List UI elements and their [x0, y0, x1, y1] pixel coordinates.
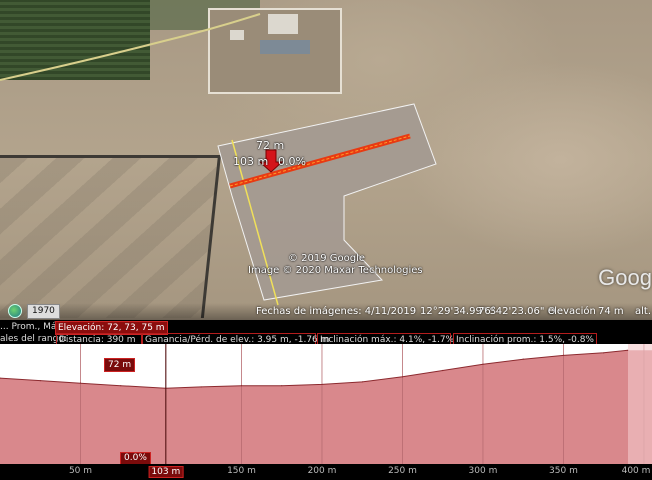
elevation-point: [79, 382, 82, 384]
elevation-point: [39, 380, 41, 382]
elevation-point: [603, 352, 605, 354]
google-logo: Goog: [598, 265, 652, 290]
x-tick-label: 150 m: [227, 466, 256, 476]
profile-x-axis: 50 m 103 m 150 m 200 m 250 m 300 m 350 m 400 m: [0, 464, 652, 480]
stats-row-elevation: ... Prom., Máx. Elevación: 72, 73, 75 m: [0, 321, 652, 335]
elevation-point: [321, 383, 323, 386]
elevation-point: [482, 363, 484, 365]
map-copyright: © 2019 Google: [288, 253, 366, 264]
elevation-point: [401, 376, 404, 378]
elevation-label: elevación: [548, 306, 596, 317]
elevation-point: [281, 385, 283, 387]
x-tick-label: 103 m: [148, 466, 184, 478]
road-path: [0, 13, 261, 81]
altitude-label: alt.: [635, 306, 652, 317]
elevation-point: [522, 358, 524, 360]
satellite-map[interactable]: 72 m 103 m 0.0% © 2019 Google Image © 20…: [0, 0, 652, 320]
longitude-readout: 76°42'23.06" O: [478, 306, 556, 317]
elevation-point: [200, 386, 202, 388]
elevation-point: [240, 385, 243, 387]
elevation-profile-chart[interactable]: [0, 344, 652, 464]
x-tick-label: 350 m: [549, 466, 578, 476]
historical-year-badge[interactable]: 1970: [27, 304, 60, 319]
elevation-point: [361, 381, 363, 383]
elevation-point: [562, 354, 565, 356]
imagery-copyright: Image © 2020 Maxar Technologies: [248, 265, 423, 276]
measure-distance-label: 72 m: [256, 139, 285, 152]
cursor-elevation-label: 72 m: [104, 358, 136, 372]
x-tick-label: 400 m: [621, 466, 651, 476]
status-bar: Fechas de imágenes: 4/11/2019 12°29'34.9…: [0, 303, 652, 320]
elevation-readout: 74 m: [598, 306, 624, 317]
x-tick-label: 250 m: [388, 466, 417, 476]
x-tick-label: 300 m: [468, 466, 498, 476]
measure-slope-label: 0.0%: [278, 155, 306, 168]
historical-imagery-icon[interactable]: [8, 304, 22, 318]
x-tick-label: 200 m: [307, 466, 337, 476]
x-tick-label: 50 m: [68, 466, 93, 476]
measure-position-label: 103 m: [233, 155, 269, 168]
imagery-date: Fechas de imágenes: 4/11/2019: [256, 306, 417, 317]
elevation-point: [442, 369, 444, 372]
range-end-band: [628, 344, 652, 464]
elevation-point: [120, 385, 122, 387]
